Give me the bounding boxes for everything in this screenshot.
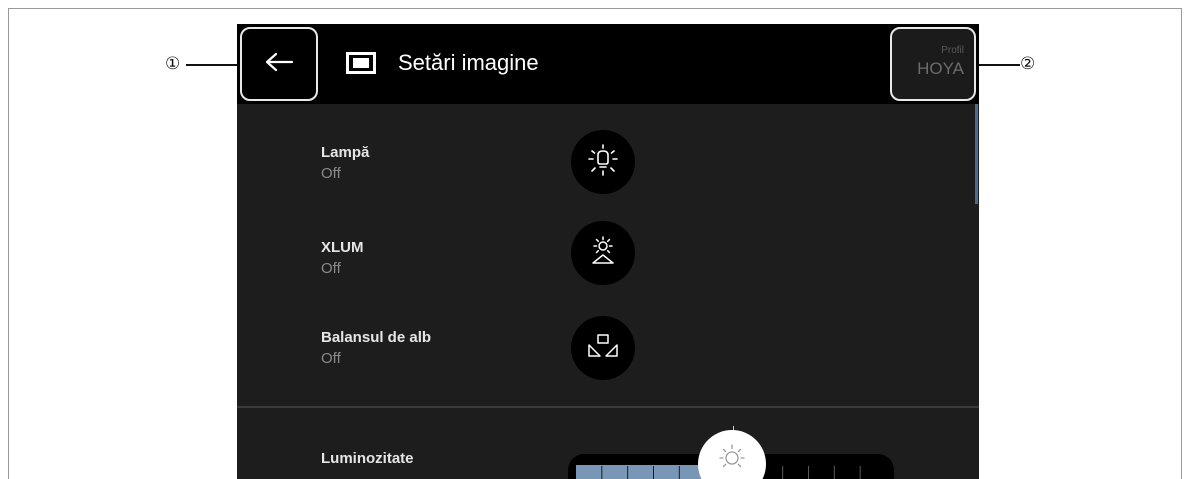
white-balance-button[interactable] xyxy=(571,316,635,380)
callout-line-1 xyxy=(186,64,240,66)
device-screen: Setări imagine Profil HOYA Lampă Off XLU… xyxy=(237,24,979,479)
image-settings-icon xyxy=(346,52,376,74)
white-balance-status: Off xyxy=(321,350,341,367)
header-bar: Setări imagine Profil HOYA xyxy=(237,24,979,104)
xlum-icon xyxy=(586,234,620,273)
callout-line-2 xyxy=(978,64,1020,66)
white-balance-label: Balansul de alb xyxy=(321,329,432,346)
callout-number-1: ① xyxy=(165,54,181,74)
figure-frame-top xyxy=(8,8,1182,9)
slider-knob[interactable] xyxy=(698,430,766,479)
figure-frame-right xyxy=(1181,8,1182,479)
profile-label: Profil xyxy=(941,45,964,56)
xlum-button[interactable] xyxy=(571,221,635,285)
brightness-label: Luminozitate xyxy=(321,450,414,467)
lamp-status: Off xyxy=(321,165,341,182)
lamp-button[interactable] xyxy=(571,130,635,194)
white-balance-icon xyxy=(586,329,620,368)
sun-icon xyxy=(715,442,749,477)
lamp-icon xyxy=(586,143,620,182)
xlum-status: Off xyxy=(321,260,341,277)
callout-number-2: ② xyxy=(1020,54,1036,74)
profile-button[interactable]: Profil HOYA xyxy=(890,27,976,101)
arrow-left-icon xyxy=(264,51,294,78)
lamp-label: Lampă xyxy=(321,144,370,161)
section-divider xyxy=(237,406,979,408)
profile-value: HOYA xyxy=(917,59,964,78)
scrollbar[interactable] xyxy=(975,104,978,204)
xlum-label: XLUM xyxy=(321,239,364,256)
figure-frame-left xyxy=(8,8,9,479)
back-button[interactable] xyxy=(240,27,318,101)
page-title: Setări imagine xyxy=(398,50,539,75)
